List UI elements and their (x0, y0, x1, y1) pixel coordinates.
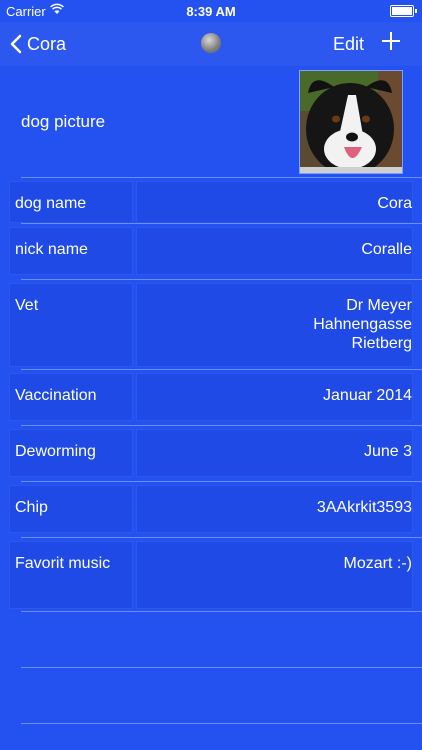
field-value-cell[interactable]: Cora (137, 182, 412, 222)
field-label-cell: Favorit music (10, 542, 132, 608)
separator (21, 611, 422, 612)
field-value: Mozart :-) (343, 555, 412, 572)
separator (21, 537, 422, 538)
field-value: Cora (377, 195, 412, 212)
edit-button[interactable]: Edit (333, 34, 364, 55)
field-value-cell[interactable]: Mozart :-) (137, 542, 412, 608)
field-label-cell: Deworming (10, 430, 132, 476)
status-dot-icon (201, 33, 221, 53)
photo-label: dog picture (21, 112, 106, 131)
field-value: Januar 2014 (323, 387, 412, 404)
field-value: 3AAkrkit3593 (316, 499, 412, 516)
add-icon[interactable] (380, 30, 402, 52)
dog-photo[interactable] (299, 70, 403, 174)
field-value-cell[interactable]: Dr Meyer Hahnengasse Rietberg (137, 284, 412, 366)
navigation-bar: Cora Edit (0, 22, 422, 66)
status-time: 8:39 AM (186, 4, 236, 19)
separator (21, 177, 422, 178)
field-label: Deworming (15, 443, 96, 460)
field-value-cell[interactable]: Coralle (137, 228, 412, 274)
field-label-cell: nick name (10, 228, 132, 274)
field-value: Dr Meyer Hahnengasse Rietberg (313, 297, 412, 352)
separator (21, 481, 422, 482)
separator (21, 723, 422, 724)
field-value-cell[interactable]: 3AAkrkit3593 (137, 486, 412, 532)
separator (21, 667, 422, 668)
field-value-cell[interactable]: June 3 (137, 430, 412, 476)
separator (21, 369, 422, 370)
back-button[interactable]: Cora (10, 30, 66, 58)
battery-icon (390, 5, 417, 17)
field-value: Coralle (361, 241, 412, 258)
field-label: Chip (15, 499, 48, 516)
dog-image (300, 71, 402, 173)
field-value: June 3 (363, 443, 412, 460)
chevron-left-icon (10, 34, 22, 54)
separator (21, 223, 422, 224)
field-label: Favorit music (15, 555, 111, 572)
status-bar: Carrier 8:39 AM (0, 0, 422, 22)
field-label-cell: Chip (10, 486, 132, 532)
field-label-cell: Vaccination (10, 374, 132, 420)
field-label-cell: Vet (10, 284, 132, 366)
separator (21, 425, 422, 426)
field-label-cell: dog name (10, 182, 132, 222)
field-label: Vet (15, 297, 39, 314)
field-label: dog name (15, 195, 87, 212)
field-value-cell[interactable]: Januar 2014 (137, 374, 412, 420)
separator (21, 279, 422, 280)
back-label: Cora (27, 33, 67, 54)
photo-row[interactable]: dog picture (0, 66, 422, 178)
field-label: Vaccination (15, 387, 97, 404)
field-label: nick name (15, 241, 88, 258)
